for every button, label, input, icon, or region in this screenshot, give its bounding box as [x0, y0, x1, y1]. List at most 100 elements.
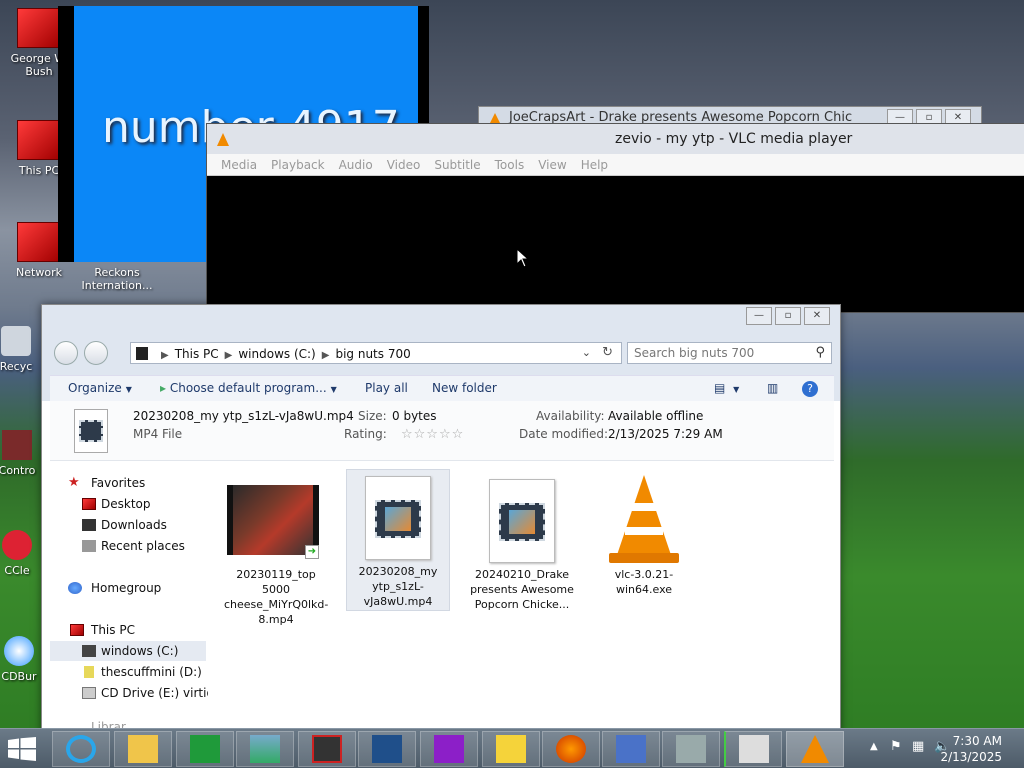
- menu-subtitle[interactable]: Subtitle: [434, 154, 480, 176]
- address-bar[interactable]: ▶ This PC ▶ windows (C:) ▶ big nuts 700 ⌄ ↻: [130, 342, 622, 364]
- taskbar-ie[interactable]: [52, 731, 110, 767]
- forward-button[interactable]: [84, 341, 108, 365]
- minimize-button[interactable]: —: [746, 307, 772, 325]
- menu-video[interactable]: Video: [387, 154, 421, 176]
- usb-drive-icon: [84, 666, 94, 678]
- recent-places-icon: [82, 540, 96, 552]
- system-tray: ▲ ⚑ ▦ 🔈 7:30 AM 2/13/2025: [844, 729, 1024, 768]
- refresh-icon[interactable]: ↻: [602, 345, 613, 360]
- file-name: 20230119_top 5000 cheese_MiYrQ0lkd-8.mp4: [224, 568, 329, 626]
- new-folder-button[interactable]: New folder: [432, 381, 497, 395]
- taskbar-store[interactable]: [176, 731, 234, 767]
- date-modified-label: Date modified:: [519, 427, 609, 441]
- desktop-icon-ccleaner[interactable]: CCle: [0, 530, 42, 577]
- nav-homegroup[interactable]: Homegroup: [50, 578, 206, 598]
- folder-icon: [128, 735, 158, 763]
- video-file-icon: [74, 409, 108, 453]
- taskbar-firefox[interactable]: [542, 731, 600, 767]
- menu-help[interactable]: Help: [581, 154, 608, 176]
- magnifier-icon: [434, 735, 464, 763]
- file-item[interactable]: ➜ 20230119_top 5000 cheese_MiYrQ0lkd-8.m…: [224, 473, 328, 627]
- taskbar-app-red[interactable]: [298, 731, 356, 767]
- menu-playback[interactable]: Playback: [271, 154, 325, 176]
- action-center-flag-icon[interactable]: ⚑: [890, 739, 902, 754]
- rating-stars[interactable]: ☆☆☆☆☆: [401, 427, 464, 442]
- nav-windows-c[interactable]: windows (C:): [50, 641, 206, 661]
- vlc-cone-icon: [801, 735, 829, 763]
- nav-favorites[interactable]: ★ Favorites: [50, 473, 206, 493]
- file-item-selected[interactable]: 20230208_my ytp_s1zL-vJa8wU.mp4: [346, 469, 450, 611]
- taskbar-clapper[interactable]: [724, 731, 782, 767]
- clapperboard-icon: [738, 735, 769, 763]
- desktop-icon-label: Reckons Internation...: [81, 266, 153, 292]
- nav-desktop[interactable]: Desktop: [50, 494, 206, 514]
- breadcrumb-windows[interactable]: windows (C:): [238, 347, 315, 361]
- help-icon[interactable]: ?: [802, 381, 818, 397]
- maximize-button[interactable]: ▫: [775, 307, 801, 325]
- breadcrumb-this-pc[interactable]: This PC: [175, 347, 219, 361]
- search-input[interactable]: Search big nuts 700 ⚲: [627, 342, 832, 364]
- internet-explorer-icon: [66, 735, 96, 763]
- view-options-icon[interactable]: ▤ ▼: [714, 381, 739, 395]
- play-all-button[interactable]: Play all: [365, 381, 408, 395]
- menu-audio[interactable]: Audio: [339, 154, 373, 176]
- vlc-window[interactable]: zevio - my ytp - VLC media player Media P…: [206, 123, 1024, 313]
- taskbar-search[interactable]: [420, 731, 478, 767]
- help-icon: [496, 735, 526, 763]
- desktop-icon-recycle-bin[interactable]: Recyc: [0, 326, 42, 373]
- taskbar-help[interactable]: [482, 731, 540, 767]
- preview-pane-icon[interactable]: ▥: [767, 381, 778, 395]
- vlc-cone-icon: [217, 133, 229, 146]
- breadcrumb-big-nuts[interactable]: big nuts 700: [335, 347, 410, 361]
- computer-icon: [136, 347, 148, 360]
- video-file-icon: [489, 479, 555, 563]
- availability-value: Available offline: [608, 409, 704, 423]
- rating-label: Rating:: [344, 427, 387, 441]
- vlc-video-area[interactable]: [207, 176, 1024, 312]
- taskbar-firewall[interactable]: [662, 731, 720, 767]
- desktop-icon-reckons[interactable]: Reckons Internation...: [78, 266, 156, 292]
- nav-downloads[interactable]: Downloads: [50, 515, 206, 535]
- nav-thescuffmini-d[interactable]: thescuffmini (D:): [50, 662, 206, 682]
- show-hidden-icons[interactable]: ▲: [870, 741, 878, 752]
- search-placeholder: Search big nuts 700: [634, 346, 755, 360]
- file-explorer-window[interactable]: — ▫ ✕ ▶ This PC ▶ windows (C:) ▶ big nuts 700…: [41, 304, 841, 734]
- date-modified-value: 2/13/2025 7:29 AM: [608, 427, 723, 441]
- size-value: 0 bytes: [392, 409, 437, 423]
- firewall-icon: [676, 735, 706, 763]
- breadcrumb: ▶ This PC ▶ windows (C:) ▶ big nuts 700: [161, 347, 411, 361]
- clock[interactable]: 7:30 AM 2/13/2025: [940, 733, 1002, 765]
- details-pane: 20230208_my ytp_s1zL-vJa8wU.mp4 MP4 File…: [50, 401, 834, 461]
- menu-media[interactable]: Media: [221, 154, 257, 176]
- computer-icon: [70, 624, 84, 636]
- nav-this-pc[interactable]: This PC: [50, 620, 206, 640]
- nav-recent-places[interactable]: Recent places: [50, 536, 206, 556]
- close-button[interactable]: ✕: [804, 307, 830, 325]
- taskbar-monitor[interactable]: [358, 731, 416, 767]
- menu-tools[interactable]: Tools: [495, 154, 525, 176]
- plane-icon: [616, 735, 646, 763]
- details-filetype: MP4 File: [133, 427, 183, 441]
- photos-icon: [250, 735, 280, 763]
- windows-start-icon[interactable]: [8, 737, 36, 761]
- taskbar-photos[interactable]: [236, 731, 294, 767]
- monitor-icon: [372, 735, 402, 763]
- taskbar-plane[interactable]: [602, 731, 660, 767]
- desktop-icon-control-panel[interactable]: Contro: [0, 430, 42, 477]
- drive-icon: [82, 645, 96, 657]
- file-item[interactable]: 20240210_Drake presents Awesome Popcorn …: [470, 473, 574, 612]
- vlc-titlebar[interactable]: zevio - my ytp - VLC media player: [207, 124, 1024, 154]
- availability-label: Availability:: [536, 409, 605, 423]
- nav-cd-drive-e[interactable]: CD Drive (E:) virtio-v: [50, 683, 225, 703]
- vlc-title: zevio - my ytp - VLC media player: [615, 131, 853, 147]
- network-icon[interactable]: ▦: [912, 739, 924, 754]
- taskbar-explorer[interactable]: [114, 731, 172, 767]
- back-button[interactable]: [54, 341, 78, 365]
- choose-default-program-button[interactable]: ▸ Choose default program... ▼: [160, 381, 337, 395]
- file-item[interactable]: vlc-3.0.21-win64.exe: [592, 467, 696, 597]
- desktop-icon-cdburner[interactable]: CDBur: [0, 636, 44, 683]
- menu-view[interactable]: View: [538, 154, 566, 176]
- organize-button[interactable]: Organize ▼: [68, 381, 132, 395]
- chevron-down-icon[interactable]: ⌄: [582, 346, 591, 359]
- taskbar-vlc[interactable]: [786, 731, 844, 767]
